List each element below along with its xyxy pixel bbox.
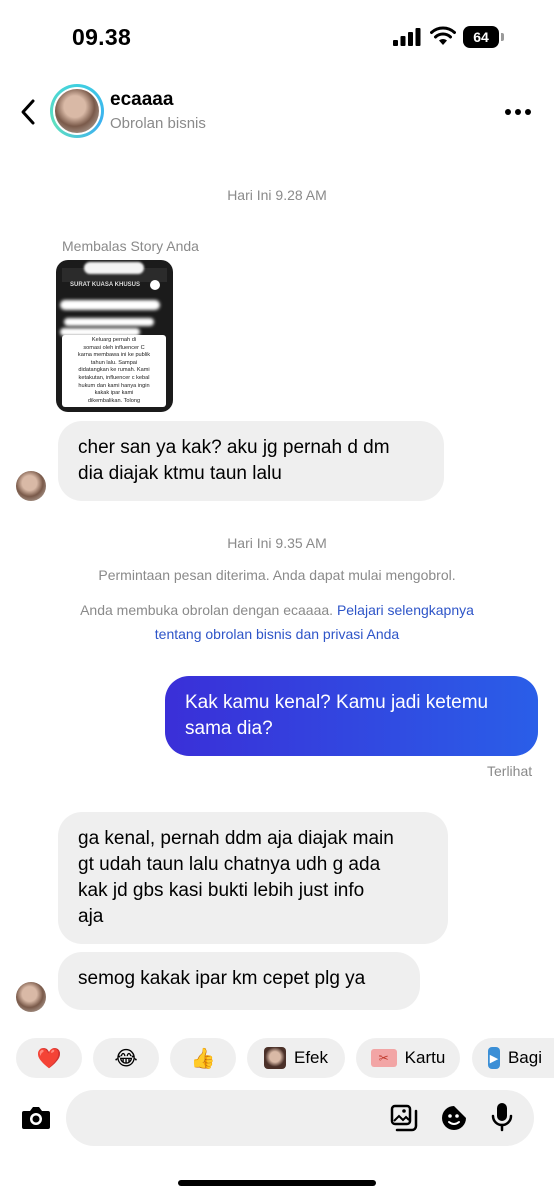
quick-reply-thumbs-up[interactable]: 👍 — [170, 1038, 236, 1078]
timestamp: Hari Ini 9.35 AM — [227, 535, 327, 551]
quick-reply-heart[interactable]: ❤️ — [16, 1038, 82, 1078]
seen-status: Terlihat — [487, 763, 533, 779]
effects-label: Efek — [293, 1048, 329, 1067]
story-reply-label: Membalas Story Anda — [62, 238, 199, 254]
battery-level: 64 — [463, 26, 499, 48]
contact-name[interactable]: ecaaaa — [110, 89, 173, 111]
more-options-icon[interactable] — [504, 107, 532, 117]
story-doc-title: SURAT KUASA KHUSUS — [70, 282, 141, 288]
heart-icon: ❤️ — [36, 1047, 62, 1070]
profile-avatar[interactable] — [50, 84, 104, 138]
gallery-icon[interactable] — [390, 1104, 418, 1132]
camera-icon[interactable] — [20, 1101, 52, 1133]
outgoing-message[interactable]: Kak kamu kenal? Kamu jadi ketemu sama di… — [165, 676, 538, 756]
sticker-icon[interactable] — [440, 1104, 468, 1132]
wifi-icon — [430, 26, 456, 45]
battery-icon: 64 — [463, 26, 505, 48]
story-caption: Keluarg pernah di somasi oleh influencer… — [62, 335, 166, 407]
sender-avatar[interactable] — [16, 471, 46, 501]
status-time: 09.38 — [72, 24, 132, 50]
chat-type-label: Obrolan bisnis — [110, 115, 206, 132]
business-chat-notice: Anda membuka obrolan dengan ecaaaa. Pela… — [80, 602, 474, 642]
effects-button[interactable]: Efek — [247, 1038, 345, 1078]
timestamp: Hari Ini 9.28 AM — [227, 187, 327, 203]
share-button[interactable]: ▶ Bagi — [472, 1038, 554, 1078]
card-button[interactable]: ✂ Kartu — [356, 1038, 460, 1078]
effects-face-icon — [263, 1047, 286, 1069]
incoming-message[interactable]: semog kakak ipar km cepet plg ya — [58, 952, 420, 1010]
quick-reply-laughing[interactable]: 😂 — [93, 1038, 159, 1078]
incoming-message[interactable]: ga kenal, pernah ddm aja diajak main gt … — [58, 812, 448, 944]
card-label: Kartu — [404, 1048, 446, 1067]
play-icon: ▶ — [488, 1047, 500, 1069]
card-icon: ✂ — [370, 1049, 397, 1067]
request-accepted-notice: Permintaan pesan diterima. Anda dapat mu… — [98, 567, 456, 583]
share-label: Bagi — [507, 1048, 542, 1067]
home-indicator — [178, 1180, 376, 1186]
back-arrow-icon[interactable] — [18, 98, 40, 126]
incoming-message[interactable]: cher san ya kak? aku jg pernah d dm dia … — [58, 421, 444, 501]
microphone-icon[interactable] — [490, 1102, 514, 1132]
laughing-emoji-icon: 😂 — [114, 1047, 138, 1070]
cellular-signal-icon — [393, 28, 421, 46]
sender-avatar[interactable] — [16, 982, 46, 1012]
thumbs-up-icon: 👍 — [190, 1047, 216, 1070]
story-preview[interactable]: SURAT KUASA KHUSUS Keluarg pernah di som… — [56, 260, 173, 412]
